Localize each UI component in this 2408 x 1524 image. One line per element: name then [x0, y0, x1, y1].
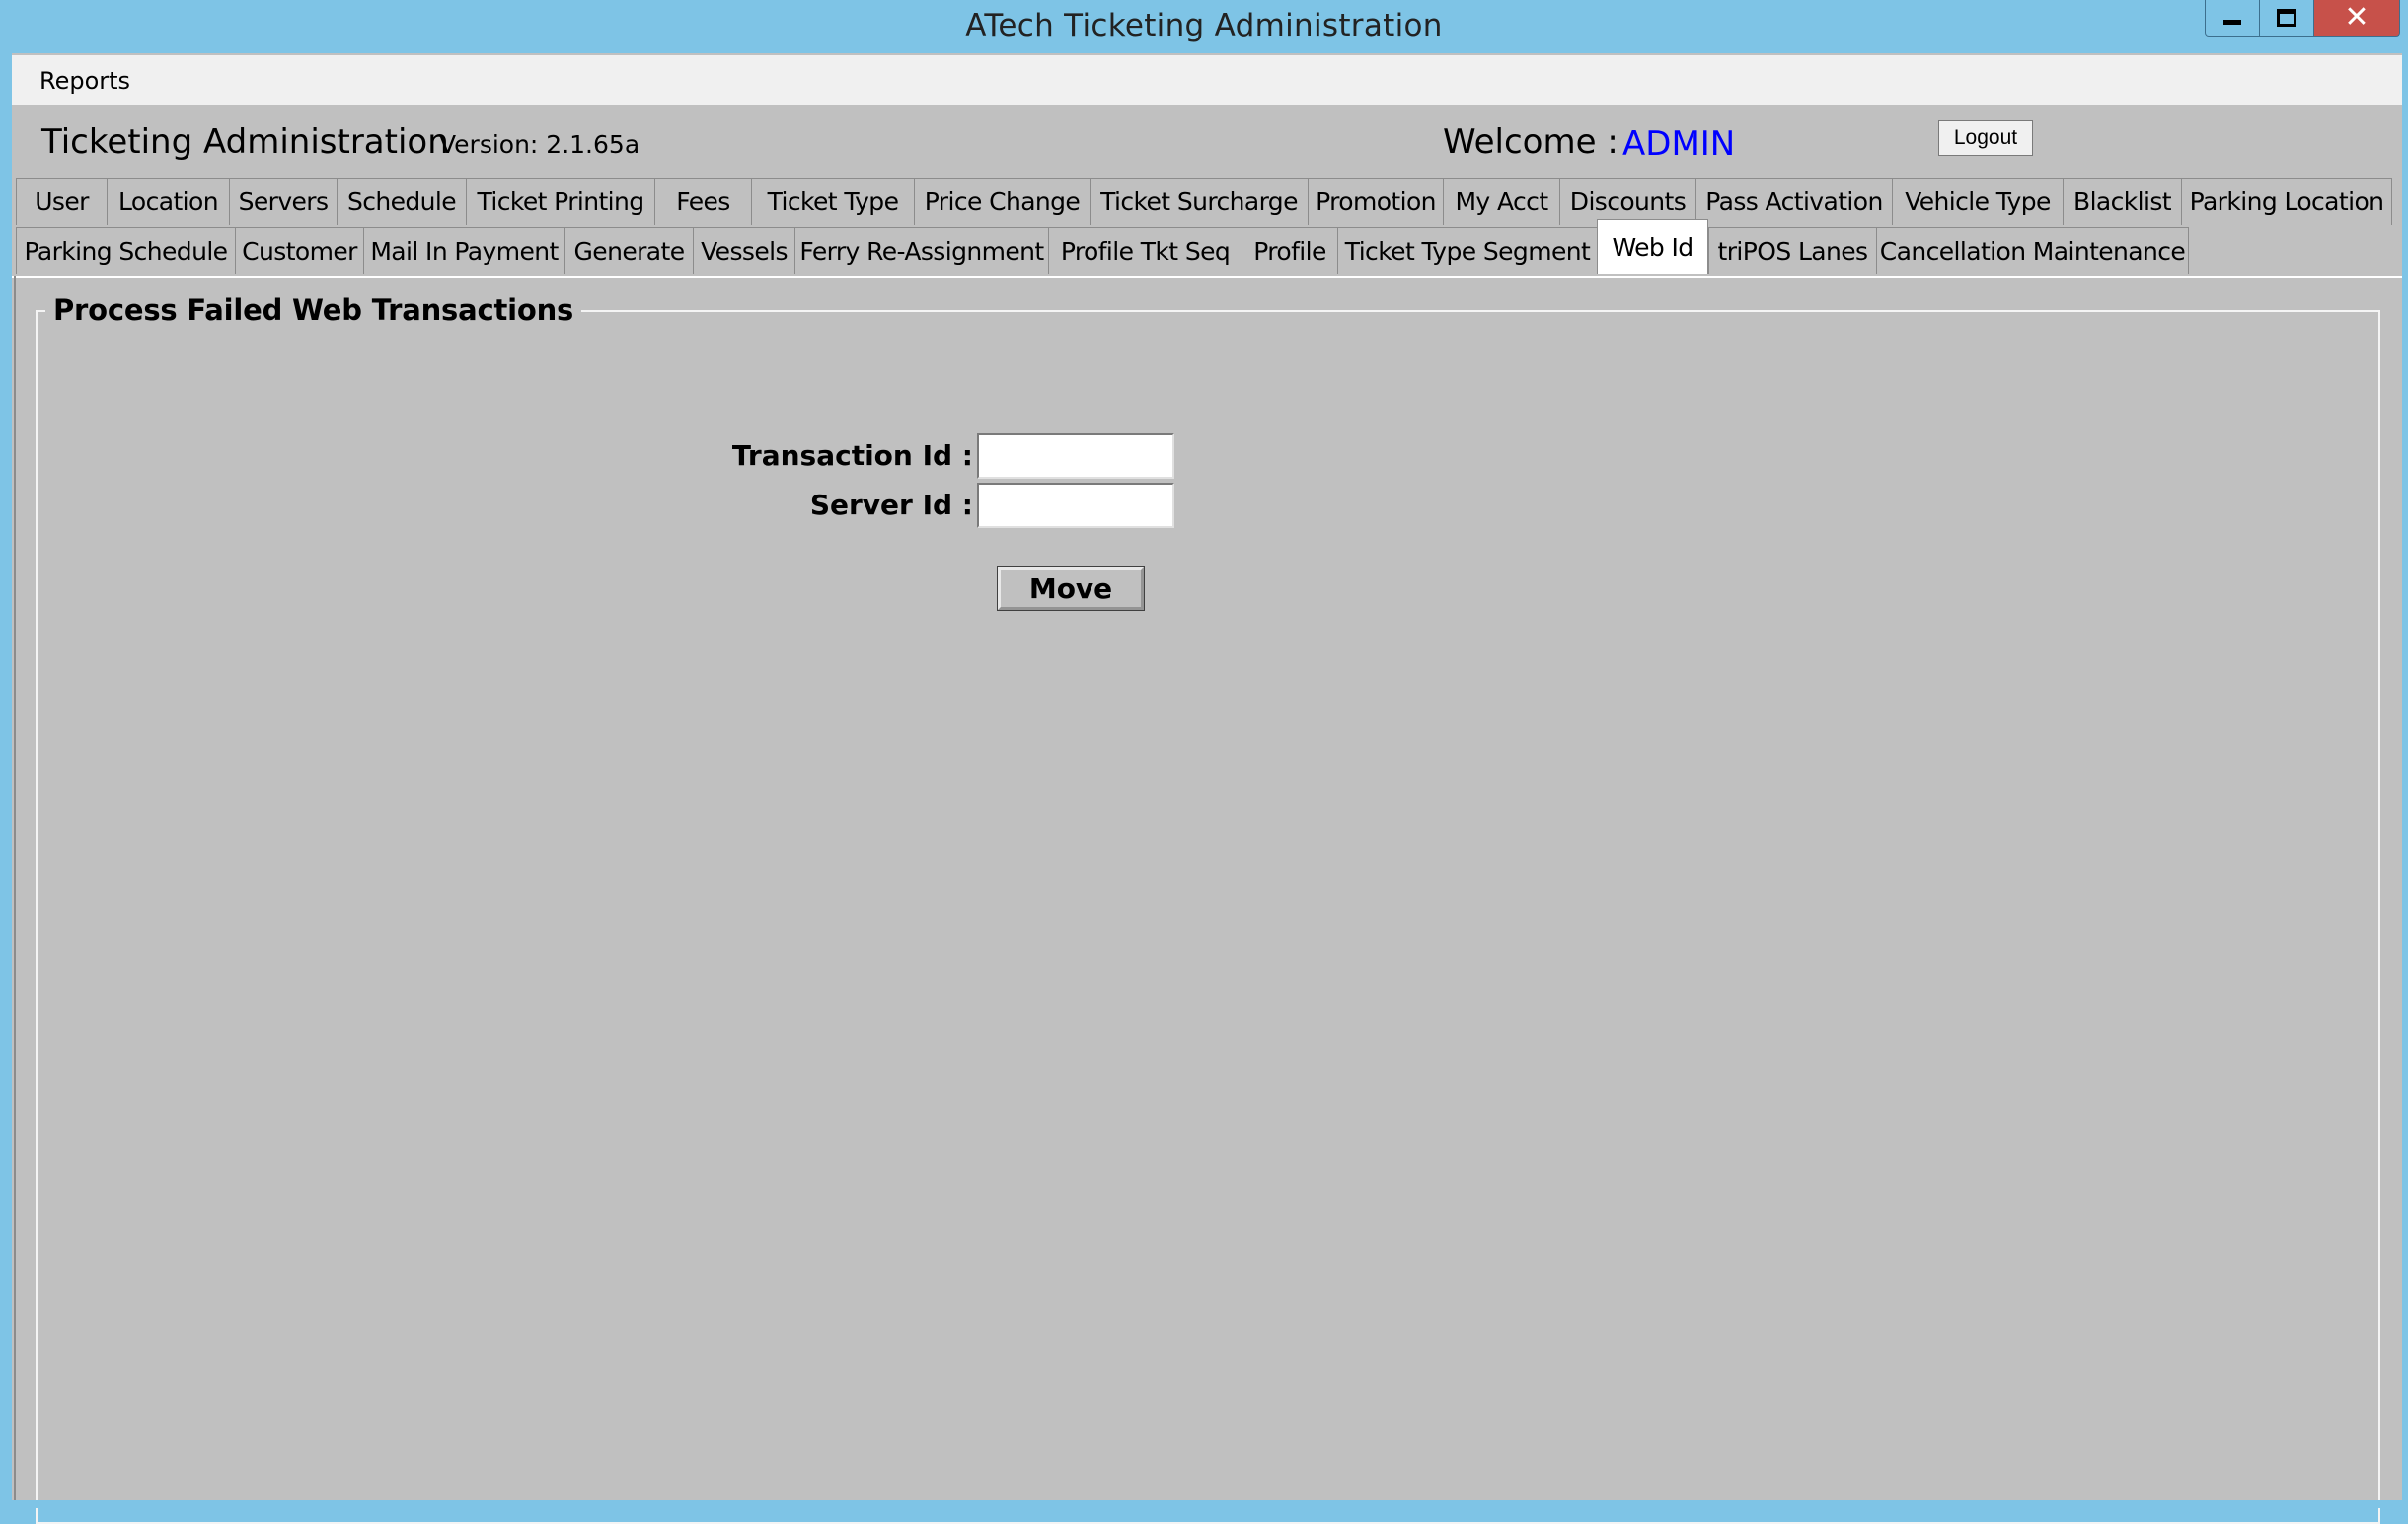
tab-ticket-surcharge[interactable]: Ticket Surcharge	[1090, 178, 1308, 225]
move-button[interactable]: Move	[997, 566, 1145, 611]
maximize-icon	[2277, 9, 2296, 27]
minimize-button[interactable]	[2205, 0, 2260, 37]
tab-blacklist[interactable]: Blacklist	[2063, 178, 2181, 225]
current-user: ADMIN	[1622, 124, 1736, 164]
window-controls: ✕	[2205, 0, 2400, 37]
close-button[interactable]: ✕	[2314, 0, 2400, 37]
welcome-label: Welcome :	[1443, 122, 1618, 162]
process-failed-group	[36, 310, 2380, 1524]
server-id-label: Server Id :	[809, 489, 973, 521]
tab-ferry-re-assignment[interactable]: Ferry Re-Assignment	[794, 227, 1048, 274]
close-icon: ✕	[2344, 0, 2370, 35]
tab-row-1: User Location Servers Schedule Ticket Pr…	[16, 178, 2392, 225]
tab-ticket-type[interactable]: Ticket Type	[751, 178, 914, 225]
menu-reports[interactable]: Reports	[39, 67, 130, 95]
tab-row-2: Parking Schedule Customer Mail In Paymen…	[16, 219, 2189, 274]
tab-profile-tkt-seq[interactable]: Profile Tkt Seq	[1048, 227, 1242, 274]
tab-promotion[interactable]: Promotion	[1308, 178, 1443, 225]
tab-mail-in-payment[interactable]: Mail In Payment	[363, 227, 564, 274]
tab-panel-left-border	[14, 276, 16, 1508]
window-bottom-border	[12, 1500, 2402, 1508]
title-bar: ATech Ticketing Administration ✕	[0, 0, 2408, 53]
tab-servers[interactable]: Servers	[229, 178, 337, 225]
tab-vehicle-type[interactable]: Vehicle Type	[1892, 178, 2063, 225]
tab-profile[interactable]: Profile	[1242, 227, 1337, 274]
tab-my-acct[interactable]: My Acct	[1443, 178, 1559, 225]
tab-panel-border	[12, 276, 2402, 278]
group-title: Process Failed Web Transactions	[45, 293, 582, 327]
tab-cancellation-maintenance[interactable]: Cancellation Maintenance	[1876, 227, 2189, 274]
tab-user[interactable]: User	[16, 178, 107, 225]
app-title: Ticketing Administration	[41, 122, 449, 162]
transaction-id-input[interactable]	[977, 433, 1174, 479]
tab-pass-activation[interactable]: Pass Activation	[1695, 178, 1892, 225]
server-id-input[interactable]	[977, 483, 1174, 528]
tab-customer[interactable]: Customer	[235, 227, 363, 274]
tab-tripos-lanes[interactable]: triPOS Lanes	[1708, 227, 1876, 274]
tab-vessels[interactable]: Vessels	[693, 227, 794, 274]
maximize-button[interactable]	[2260, 0, 2314, 37]
transaction-id-label: Transaction Id :	[731, 439, 973, 472]
tab-parking-location[interactable]: Parking Location	[2181, 178, 2392, 225]
tab-ticket-type-segment[interactable]: Ticket Type Segment	[1337, 227, 1597, 274]
tab-parking-schedule[interactable]: Parking Schedule	[16, 227, 235, 274]
main-window: Reports Ticketing Administration Version…	[12, 53, 2402, 1524]
version-label: Version: 2.1.65a	[439, 130, 640, 159]
tab-location[interactable]: Location	[107, 178, 229, 225]
menu-bar: Reports	[12, 55, 2402, 105]
tab-web-id[interactable]: Web Id	[1597, 219, 1708, 274]
minimize-icon	[2223, 19, 2241, 25]
tab-discounts[interactable]: Discounts	[1559, 178, 1695, 225]
tab-fees[interactable]: Fees	[654, 178, 751, 225]
tab-price-change[interactable]: Price Change	[914, 178, 1090, 225]
tab-ticket-printing[interactable]: Ticket Printing	[466, 178, 654, 225]
tab-generate[interactable]: Generate	[564, 227, 693, 274]
logout-button[interactable]: Logout	[1938, 120, 2033, 156]
tab-schedule[interactable]: Schedule	[337, 178, 466, 225]
window-title: ATech Ticketing Administration	[965, 8, 1443, 43]
